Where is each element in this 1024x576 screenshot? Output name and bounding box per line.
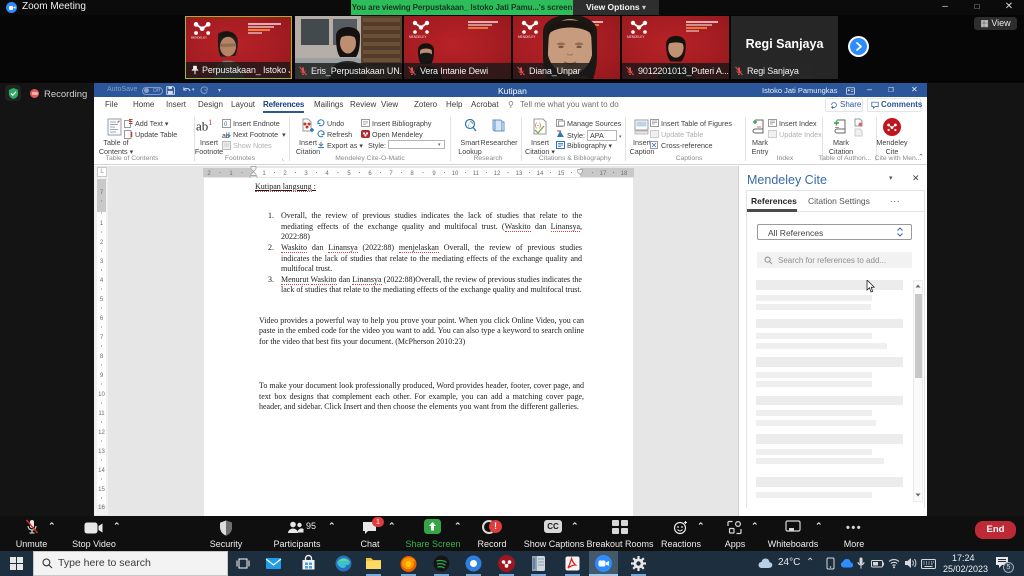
svg-text:12: 12 bbox=[98, 430, 105, 436]
svg-text:i: i bbox=[468, 122, 470, 128]
svg-text:11: 11 bbox=[473, 171, 480, 177]
svg-text:5: 5 bbox=[347, 171, 351, 177]
svg-text:2: 2 bbox=[283, 171, 287, 177]
svg-text:15: 15 bbox=[558, 171, 565, 177]
svg-text:8: 8 bbox=[100, 354, 104, 360]
svg-text:MENDELEY: MENDELEY bbox=[627, 35, 645, 39]
svg-text:12: 12 bbox=[494, 171, 501, 177]
svg-text:17: 17 bbox=[600, 171, 607, 177]
svg-text:2: 2 bbox=[207, 171, 211, 177]
svg-text:7: 7 bbox=[100, 335, 104, 341]
svg-text:15: 15 bbox=[98, 487, 105, 493]
svg-text:1: 1 bbox=[100, 221, 104, 227]
svg-text:4: 4 bbox=[100, 278, 104, 284]
svg-text:6: 6 bbox=[368, 171, 372, 177]
svg-text:10: 10 bbox=[452, 171, 459, 177]
svg-text:2: 2 bbox=[100, 240, 104, 246]
svg-text:1: 1 bbox=[262, 171, 266, 177]
svg-text:13: 13 bbox=[516, 171, 523, 177]
svg-text:(-): (-) bbox=[535, 123, 541, 129]
svg-text:1: 1 bbox=[229, 171, 233, 177]
svg-text:13: 13 bbox=[98, 449, 105, 455]
svg-text:10: 10 bbox=[98, 392, 105, 398]
svg-text:16: 16 bbox=[98, 505, 105, 510]
svg-text:8: 8 bbox=[410, 171, 414, 177]
svg-text:9: 9 bbox=[100, 373, 104, 379]
svg-text:5: 5 bbox=[100, 297, 104, 303]
svg-text:11: 11 bbox=[98, 411, 105, 417]
svg-text:18: 18 bbox=[621, 171, 628, 177]
svg-text:3: 3 bbox=[304, 171, 308, 177]
svg-text:MENDELEY: MENDELEY bbox=[409, 35, 427, 39]
svg-text:14: 14 bbox=[537, 171, 544, 177]
svg-text:7: 7 bbox=[389, 171, 393, 177]
svg-text:9: 9 bbox=[432, 171, 436, 177]
svg-text:14: 14 bbox=[98, 468, 105, 474]
svg-text:7: 7 bbox=[100, 190, 104, 196]
svg-text:3: 3 bbox=[100, 259, 104, 265]
svg-text:MENDELEY: MENDELEY bbox=[518, 35, 536, 39]
svg-text:4: 4 bbox=[325, 171, 329, 177]
svg-text:6: 6 bbox=[100, 316, 104, 322]
